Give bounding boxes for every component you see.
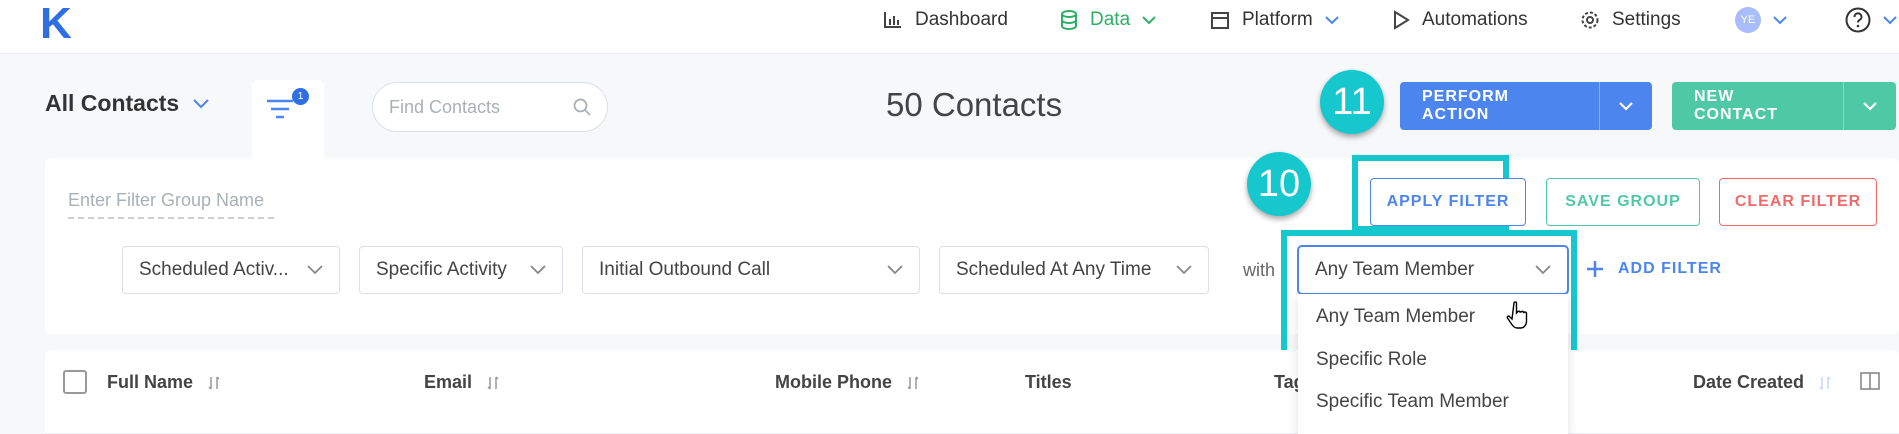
play-icon	[1394, 10, 1410, 30]
chevron-down-icon	[193, 98, 209, 108]
save-group-button[interactable]: SAVE GROUP	[1546, 178, 1700, 226]
chevron-down-icon	[530, 265, 546, 275]
select-all-checkbox[interactable]	[63, 370, 87, 394]
nav-platform-label: Platform	[1242, 9, 1313, 30]
filter-type-select[interactable]: Scheduled Activ...	[122, 246, 340, 294]
column-header-titles[interactable]: Titles	[1025, 372, 1072, 393]
team-member-value: Any Team Member	[1315, 259, 1475, 280]
chevron-down-icon	[1142, 15, 1156, 24]
step-callout-11: 11	[1320, 70, 1384, 134]
nav-platform[interactable]: Platform	[1210, 8, 1339, 32]
app-logo[interactable]: K	[40, 2, 72, 46]
nav-settings[interactable]: Settings	[1580, 8, 1681, 32]
with-label: with	[1243, 260, 1276, 280]
activity-scope-select[interactable]: Specific Activity	[359, 246, 563, 294]
search-icon[interactable]	[573, 98, 591, 116]
bar-chart-icon	[884, 12, 901, 28]
apply-filter-button[interactable]: APPLY FILTER	[1370, 178, 1526, 226]
chevron-down-icon	[887, 265, 903, 275]
contact-count: 50 Contacts	[886, 86, 1063, 123]
sort-icon	[487, 375, 499, 390]
page-title: All Contacts	[45, 90, 180, 116]
dropdown-option-specific-team-member[interactable]: Specific Team Member	[1316, 391, 1509, 413]
sort-icon	[907, 375, 919, 390]
chevron-down-icon	[1619, 101, 1633, 111]
perform-action-dropdown-toggle[interactable]	[1599, 82, 1652, 130]
help-icon	[1845, 7, 1871, 33]
chevron-down-icon	[1325, 15, 1339, 24]
nav-settings-label: Settings	[1612, 9, 1681, 30]
dropdown-option-specific-role[interactable]: Specific Role	[1316, 349, 1427, 371]
calendar-icon	[1211, 12, 1229, 29]
nav-automations-label: Automations	[1422, 9, 1528, 30]
top-navigation-bar: K Dashboard Data Platform Automations Se…	[0, 0, 1899, 54]
chevron-down-icon	[1773, 15, 1787, 24]
schedule-time-select[interactable]: Scheduled At Any Time	[939, 246, 1209, 294]
database-icon	[1061, 10, 1077, 30]
chevron-down-icon	[1176, 265, 1192, 275]
new-contact-button-group: NEW CONTACT	[1672, 82, 1896, 130]
add-filter-label: ADD FILTER	[1618, 260, 1722, 277]
perform-action-button-group: PERFORM ACTION	[1400, 82, 1652, 130]
column-label: Email	[424, 372, 473, 392]
column-label: Date Created	[1693, 372, 1805, 392]
clear-filter-button[interactable]: CLEAR FILTER	[1719, 178, 1877, 226]
dropdown-option-any-team-member[interactable]: Any Team Member	[1316, 306, 1475, 328]
contacts-view-selector[interactable]: All Contacts	[45, 90, 209, 117]
hand-cursor-icon	[1506, 301, 1528, 329]
nav-automations[interactable]: Automations	[1392, 8, 1528, 32]
filter-count-badge: 1	[292, 88, 309, 105]
filter-group-name-input[interactable]: Enter Filter Group Name	[68, 190, 274, 219]
filter-type-value: Scheduled Activ...	[139, 259, 289, 280]
chevron-down-icon	[1863, 101, 1877, 111]
schedule-time-value: Scheduled At Any Time	[956, 259, 1152, 280]
search-box[interactable]	[372, 82, 608, 132]
user-menu[interactable]: YE	[1735, 7, 1787, 33]
sort-icon	[1819, 375, 1831, 390]
sort-icon	[208, 375, 220, 390]
activity-select[interactable]: Initial Outbound Call	[582, 246, 920, 294]
contacts-table	[45, 350, 1899, 434]
perform-action-button[interactable]: PERFORM ACTION	[1400, 82, 1599, 130]
plus-icon	[1587, 261, 1603, 277]
new-contact-dropdown-toggle[interactable]	[1843, 82, 1896, 130]
chevron-down-icon	[1883, 15, 1897, 24]
gear-icon	[1581, 11, 1599, 29]
avatar: YE	[1735, 7, 1761, 33]
column-header-mobile-phone[interactable]: Mobile Phone	[775, 372, 920, 393]
column-header-date-created[interactable]: Date Created	[1693, 372, 1832, 393]
activity-value: Initial Outbound Call	[599, 259, 771, 280]
column-label: Mobile Phone	[775, 372, 892, 392]
chevron-down-icon	[307, 265, 323, 275]
search-input[interactable]	[389, 96, 559, 118]
filter-toggle-tab[interactable]	[252, 80, 324, 158]
column-header-full-name[interactable]: Full Name	[107, 372, 221, 393]
chevron-down-icon	[1535, 265, 1551, 275]
step-callout-10: 10	[1247, 152, 1311, 216]
column-header-email[interactable]: Email	[424, 372, 500, 393]
help-menu[interactable]	[1845, 7, 1897, 33]
column-label: Titles	[1025, 372, 1072, 392]
team-member-select[interactable]: Any Team Member	[1298, 246, 1568, 294]
nav-dashboard-label: Dashboard	[915, 9, 1008, 30]
new-contact-button[interactable]: NEW CONTACT	[1672, 82, 1843, 130]
nav-data[interactable]: Data	[1060, 8, 1156, 32]
nav-data-label: Data	[1090, 9, 1131, 30]
activity-scope-value: Specific Activity	[376, 259, 507, 280]
column-settings-icon[interactable]	[1860, 372, 1880, 390]
column-label: Full Name	[107, 372, 194, 392]
add-filter-button[interactable]: ADD FILTER	[1586, 260, 1722, 278]
filter-lines-icon	[267, 99, 293, 119]
nav-dashboard[interactable]: Dashboard	[883, 8, 1008, 32]
